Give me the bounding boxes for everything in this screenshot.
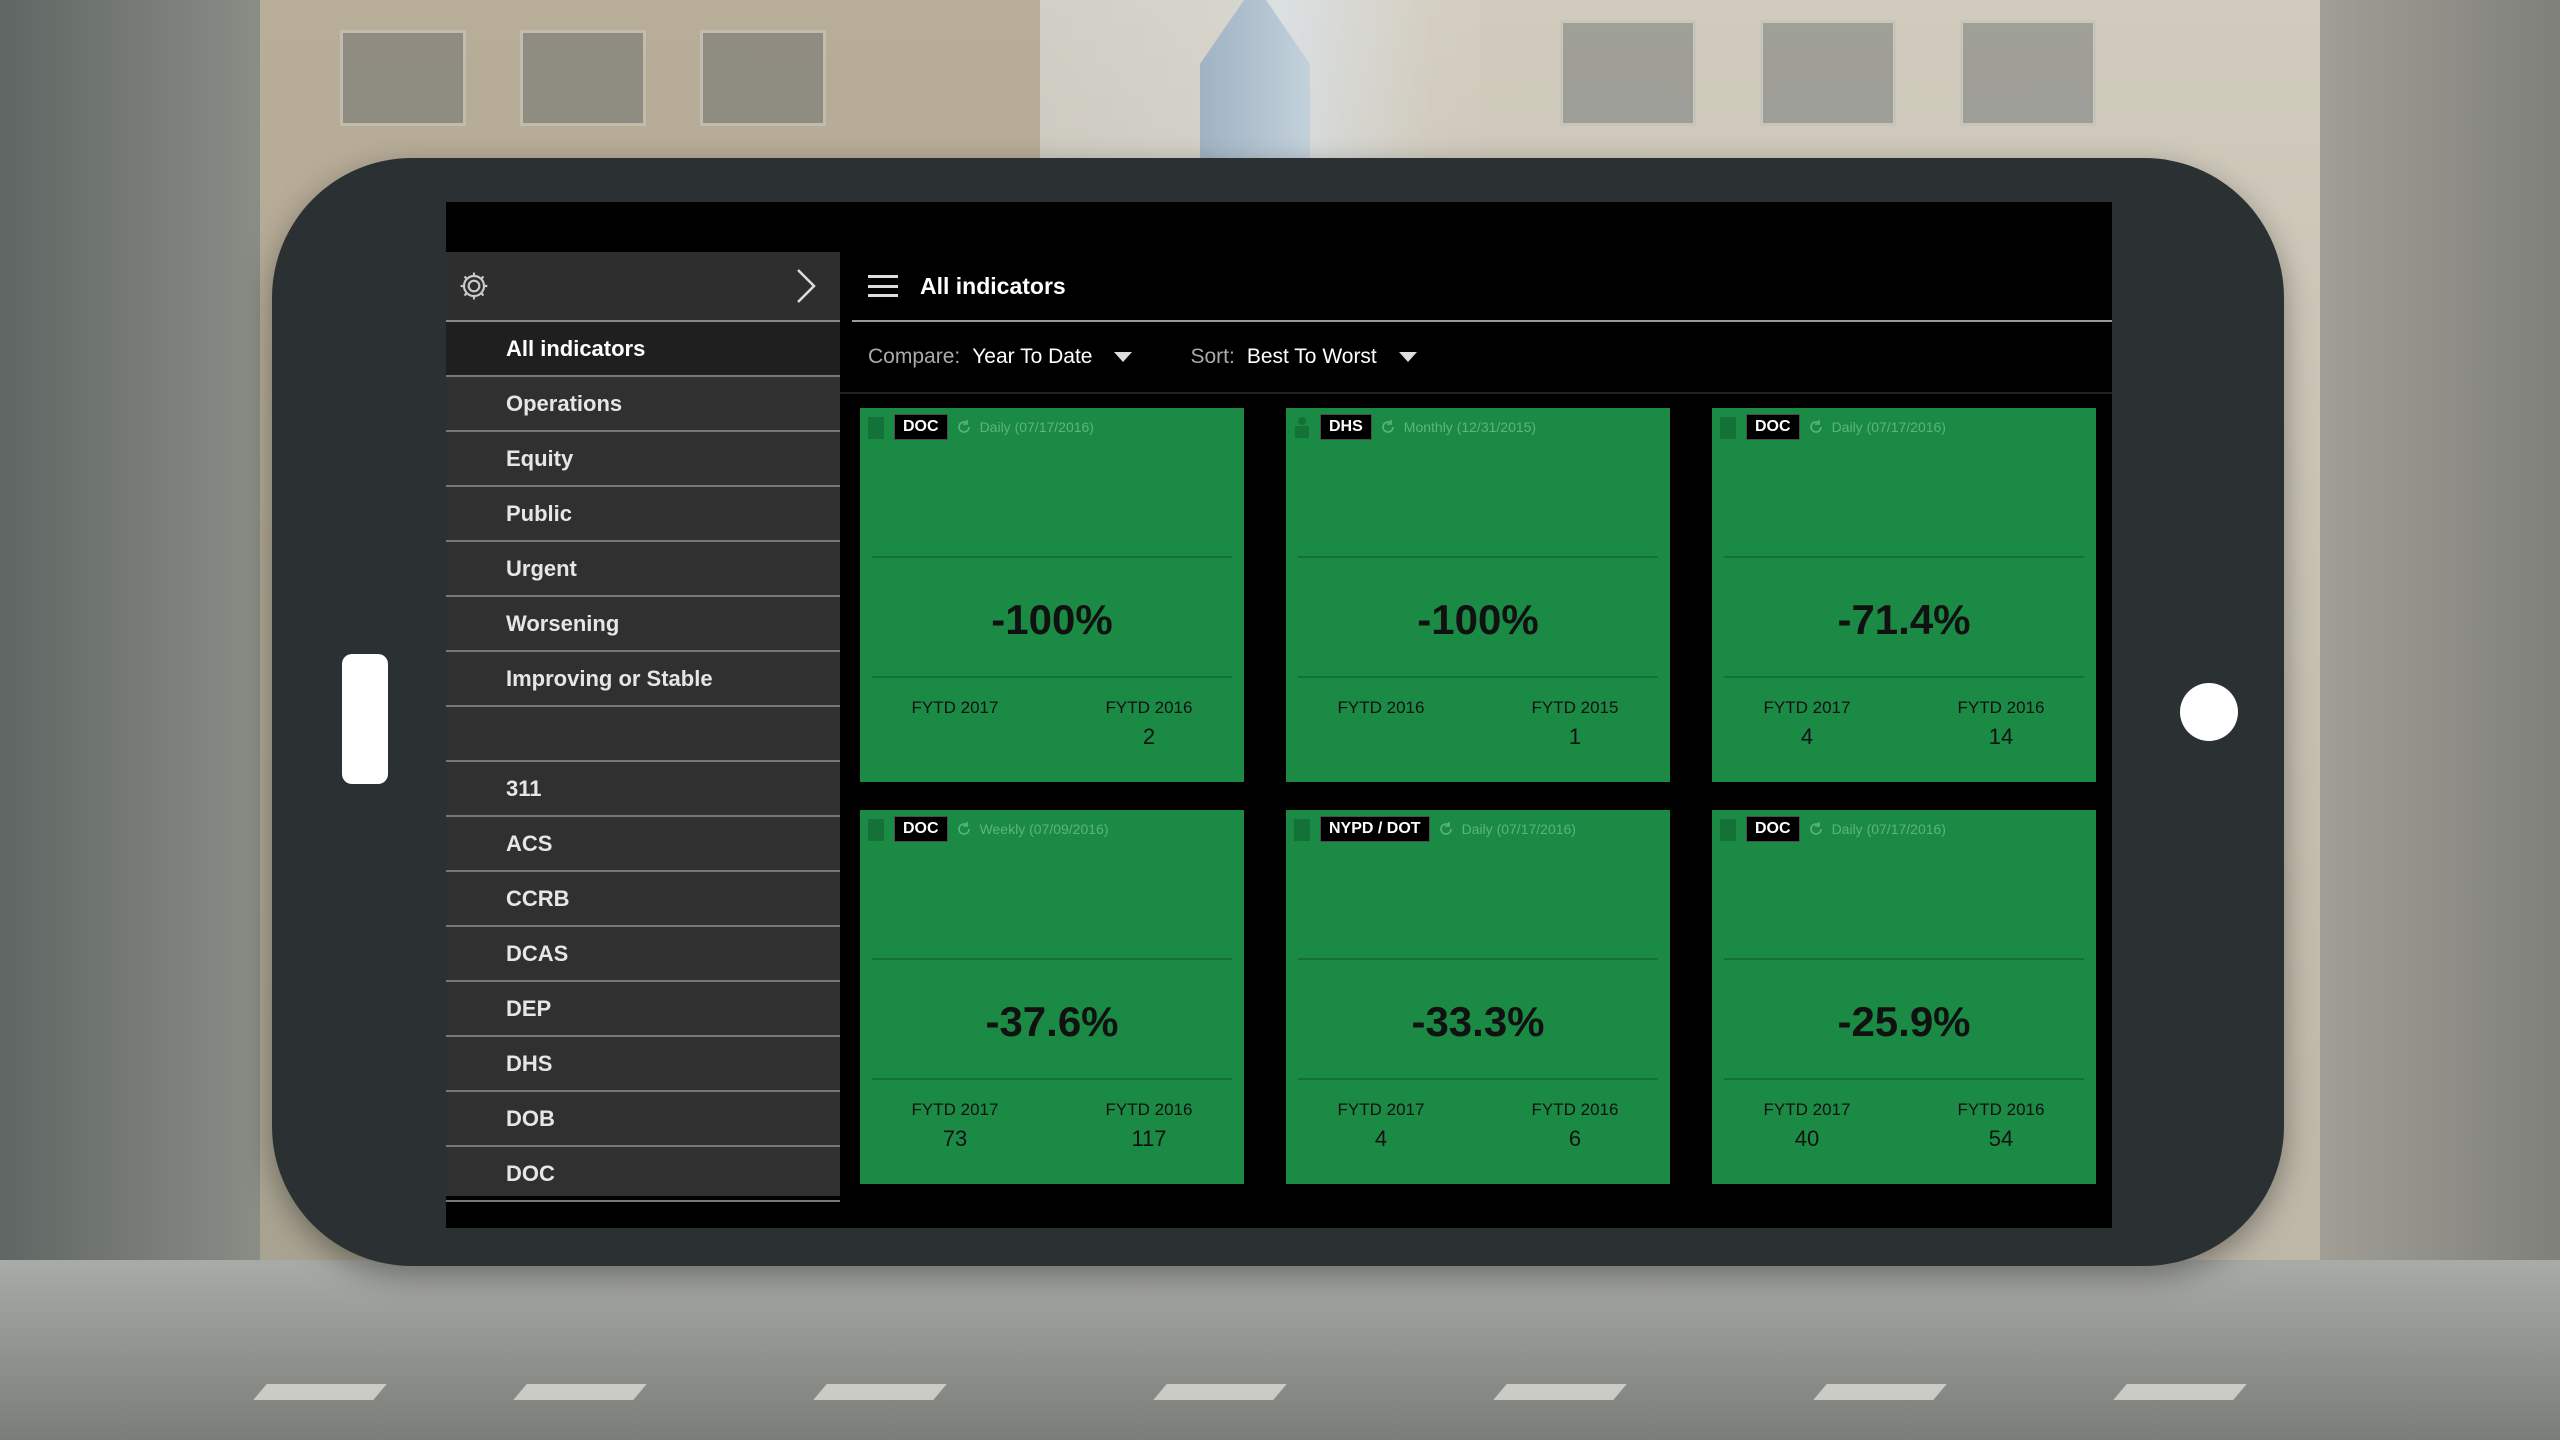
previous-period: FYTD 2016 14 (1957, 698, 2045, 749)
compare-label: Compare: (868, 345, 961, 368)
sidebar-item-equity[interactable]: Equity (446, 432, 840, 487)
refresh-icon (1809, 420, 1822, 433)
refresh-icon (957, 822, 970, 835)
indicator-grid: DOC Daily (07/17/2016) -100% FYTD 2017 F… (860, 408, 2096, 1184)
sidebar-item-worsening[interactable]: Worsening (446, 597, 840, 652)
percent-change: -37.6% (985, 998, 1119, 1045)
top-bar: All indicators (852, 252, 2112, 322)
indicator-card[interactable]: DOC Daily (07/17/2016) -100% FYTD 2017 F… (860, 408, 1244, 782)
percent-change: -33.3% (1411, 998, 1545, 1045)
current-period: FYTD 2017 73 (911, 1100, 999, 1151)
caret-down-icon[interactable] (1114, 352, 1133, 362)
agency-badge: DHS (1320, 414, 1372, 440)
previous-period: FYTD 2016 117 (1105, 1100, 1193, 1151)
agency-badge: NYPD / DOT (1320, 816, 1430, 842)
divider (1298, 676, 1658, 678)
sidebar-item-all-indicators[interactable]: All indicators (446, 322, 840, 377)
divider (1298, 556, 1658, 558)
current-period: FYTD 2017 4 (1763, 698, 1851, 749)
percent-change: -100% (991, 596, 1113, 643)
sidebar-item-311[interactable]: 311 (446, 762, 840, 817)
indicator-card[interactable]: DOC Daily (07/17/2016) -71.4% FYTD 2017 4… (1712, 408, 2096, 782)
current-period: FYTD 2017 40 (1763, 1100, 1851, 1151)
current-period: FYTD 2017 (911, 698, 999, 717)
home-button[interactable] (342, 654, 388, 784)
agency-badge: DOC (1746, 816, 1800, 842)
sidebar-item-dhs[interactable]: DHS (446, 1037, 840, 1092)
sidebar: All indicators Operations Equity Public … (446, 252, 840, 1202)
indicator-card[interactable]: DOC Weekly (07/09/2016) -37.6% FYTD 2017… (860, 810, 1244, 1184)
divider (1724, 958, 2084, 960)
gear-icon[interactable] (458, 270, 490, 302)
agency-badge: DOC (894, 414, 948, 440)
sidebar-divider (446, 707, 840, 762)
sidebar-item-ccrb[interactable]: CCRB (446, 872, 840, 927)
sidebar-item-urgent[interactable]: Urgent (446, 542, 840, 597)
building-icon (868, 417, 884, 439)
divider (1298, 958, 1658, 960)
agency-badge: DOC (1746, 414, 1800, 440)
previous-period: FYTD 2016 54 (1957, 1100, 2045, 1151)
update-frequency: Monthly (12/31/2015) (1403, 419, 1537, 435)
agency-badge: DOC (894, 816, 948, 842)
sort-label: Sort: (1190, 345, 1235, 368)
divider (1724, 556, 2084, 558)
page-title: All indicators (920, 272, 1066, 299)
camera (2180, 683, 2238, 741)
sidebar-header (446, 252, 840, 322)
app-screen: All indicators Operations Equity Public … (446, 202, 2112, 1228)
update-frequency: Daily (07/17/2016) (1461, 821, 1576, 837)
previous-period: FYTD 2015 1 (1531, 698, 1619, 749)
hamburger-icon[interactable] (868, 275, 898, 297)
percent-change: -100% (1417, 596, 1539, 643)
divider (1298, 1078, 1658, 1080)
filter-bar: Compare: Year To Date Sort: Best To Wors… (840, 322, 2112, 394)
current-period: FYTD 2017 4 (1337, 1100, 1425, 1151)
compare-select[interactable]: Year To Date (972, 345, 1092, 369)
divider (1724, 1078, 2084, 1080)
sidebar-item-public[interactable]: Public (446, 487, 840, 542)
building-icon (1294, 819, 1310, 841)
sidebar-item-dep[interactable]: DEP (446, 982, 840, 1037)
update-frequency: Daily (07/17/2016) (979, 419, 1094, 435)
people-icon (1295, 417, 1309, 438)
sidebar-item-acs[interactable]: ACS (446, 817, 840, 872)
divider (872, 676, 1232, 678)
building-icon (1720, 819, 1736, 841)
divider (872, 1078, 1232, 1080)
building-icon (1720, 417, 1736, 439)
current-period: FYTD 2016 (1337, 698, 1425, 717)
indicator-card[interactable]: DHS Monthly (12/31/2015) -100% FYTD 2016… (1286, 408, 1670, 782)
update-frequency: Weekly (07/09/2016) (979, 821, 1109, 837)
sidebar-item-improving-or-stable[interactable]: Improving or Stable (446, 652, 840, 707)
update-frequency: Daily (07/17/2016) (1831, 821, 1946, 837)
indicator-card[interactable]: NYPD / DOT Daily (07/17/2016) -33.3% FYT… (1286, 810, 1670, 1184)
divider (1724, 676, 2084, 678)
main-panel: All indicators Compare: Year To Date Sor… (840, 252, 2112, 1196)
sort-select[interactable]: Best To Worst (1247, 345, 1377, 369)
divider (872, 958, 1232, 960)
refresh-icon (1381, 420, 1394, 433)
percent-change: -25.9% (1837, 998, 1971, 1045)
chevron-right-icon[interactable] (796, 268, 816, 304)
caret-down-icon[interactable] (1398, 352, 1417, 362)
previous-period: FYTD 2016 6 (1531, 1100, 1619, 1151)
sidebar-item-doc[interactable]: DOC (446, 1147, 840, 1202)
update-frequency: Daily (07/17/2016) (1831, 419, 1946, 435)
sidebar-item-dcas[interactable]: DCAS (446, 927, 840, 982)
sidebar-item-dob[interactable]: DOB (446, 1092, 840, 1147)
sidebar-item-operations[interactable]: Operations (446, 377, 840, 432)
refresh-icon (957, 420, 970, 433)
refresh-icon (1809, 822, 1822, 835)
refresh-icon (1439, 822, 1452, 835)
indicator-card[interactable]: DOC Daily (07/17/2016) -25.9% FYTD 2017 4… (1712, 810, 2096, 1184)
building-icon (868, 819, 884, 841)
divider (872, 556, 1232, 558)
percent-change: -71.4% (1837, 596, 1971, 643)
previous-period: FYTD 2016 2 (1105, 698, 1193, 749)
